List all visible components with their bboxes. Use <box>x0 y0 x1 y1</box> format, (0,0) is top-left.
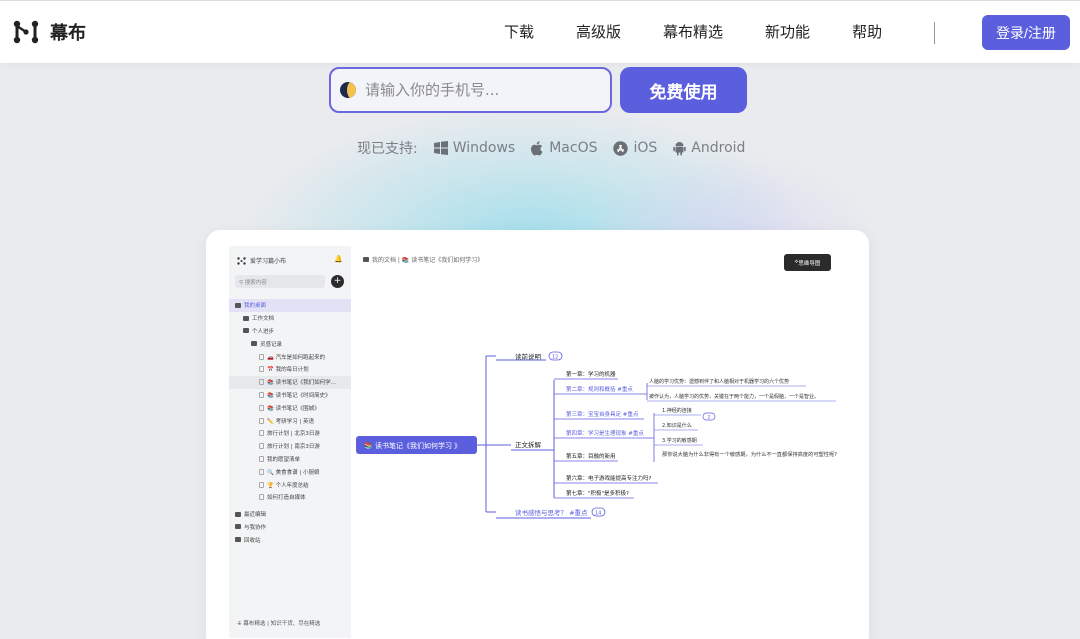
platform-ios-label: iOS <box>633 140 658 156</box>
platform-android-label: Android <box>691 140 746 156</box>
collapsed-count-text[interactable]: 12 <box>552 355 558 361</box>
logo[interactable]: 幕布 <box>12 19 86 45</box>
platform-ios[interactable]: iOS <box>613 140 657 156</box>
free-use-button[interactable]: 免费使用 <box>620 67 747 113</box>
windows-icon <box>433 141 448 155</box>
note-node-5[interactable]: 那你说大脑为什么非得有一个敏感期，为什么不一直都保持高度的可塑性呢? <box>662 451 837 458</box>
nav-premium[interactable]: 高级版 <box>576 21 621 42</box>
platform-windows-label: Windows <box>452 140 516 156</box>
note-node-4[interactable]: 3.学习的敏感期 <box>662 437 697 444</box>
platform-macos[interactable]: MacOS <box>531 140 597 156</box>
branch-node-2[interactable]: 读书感悟与思考？ #重点 <box>515 508 588 517</box>
chapter-node-1[interactable]: 第二章：规则和概括 #重点 <box>566 385 633 393</box>
collapsed-count-text[interactable]: 14 <box>595 511 601 517</box>
logo-text: 幕布 <box>50 23 86 44</box>
app-preview-card: 爱学习篇小布 🔔 ⚲ 搜索内容 + 我的桌面 工作文档 个人进步 灵感记录 🚗 汽车是如… <box>206 230 869 639</box>
chapter-node-4[interactable]: 第五章：目融的新用 <box>566 452 616 460</box>
chapter-connector-line <box>551 380 555 498</box>
support-label: 现已支持: <box>357 141 418 157</box>
nav-download[interactable]: 下载 <box>504 21 534 42</box>
chapter-node-6[interactable]: 第七章："积极"是多积极? <box>566 489 629 497</box>
app-store-icon <box>613 140 629 156</box>
platform-android[interactable]: Android <box>673 140 745 156</box>
android-icon <box>673 141 686 155</box>
chapter-node-3[interactable]: 第四章：学习是生理现象 #重点 <box>566 429 644 437</box>
login-register-button[interactable]: 登录/注册 <box>982 15 1070 50</box>
platform-windows[interactable]: Windows <box>433 140 516 156</box>
mindmap-canvas: 📚 读书笔记《我们如何学习 》读前说明 12正文拆解读书感悟与思考？ #重点 14第… <box>356 351 837 519</box>
mubu-logo-icon <box>13 20 39 44</box>
apple-icon <box>531 140 543 155</box>
root-node-label[interactable]: 📚 读书笔记《我们如何学习 》 <box>364 441 461 450</box>
main-nav: 下载 高级版 幕布精选 新功能 帮助 <box>504 21 924 42</box>
chapter-node-2[interactable]: 第三章：宝宝自身具足 #重点 <box>566 410 639 418</box>
note-node-2[interactable]: 1.神经的连接 <box>662 407 692 414</box>
platform-macos-label: MacOS <box>549 140 598 156</box>
phone-input[interactable] <box>365 81 605 99</box>
top-header: 幕布 下载 高级版 幕布精选 新功能 帮助 登录/注册 <box>0 0 1080 63</box>
note-node-0[interactable]: 人脑的学习优势：遗憾到伴了和人脑相对于机器学习的六个优势 <box>649 378 789 385</box>
note-connector-line <box>644 413 655 462</box>
moon-icon <box>340 82 356 98</box>
branch-node-1[interactable]: 正文拆解 <box>515 440 542 449</box>
platform-support: 现已支持: Windows MacOS iOS Android <box>357 138 761 158</box>
nav-help[interactable]: 帮助 <box>852 21 882 42</box>
nav-featured[interactable]: 幕布精选 <box>663 21 723 42</box>
nav-new-features[interactable]: 新功能 <box>765 21 810 42</box>
chapter-node-0[interactable]: 第一章：学习的机器 <box>566 370 616 378</box>
note-node-3[interactable]: 2.知识是什么 <box>662 422 692 429</box>
collapsed-count-text[interactable]: 2 <box>708 415 711 421</box>
phone-input-wrapper <box>329 67 612 113</box>
note-connector-line <box>644 383 648 400</box>
chapter-node-5[interactable]: 第六章：电子游戏能提高专注力吗? <box>566 474 652 482</box>
branch-connector-line <box>485 355 511 513</box>
nav-divider <box>934 22 935 44</box>
note-node-1[interactable]: 被作认为，人脑学习的优势，关键在于两个能力，一个是假脑，一个是智业。 <box>649 393 819 400</box>
